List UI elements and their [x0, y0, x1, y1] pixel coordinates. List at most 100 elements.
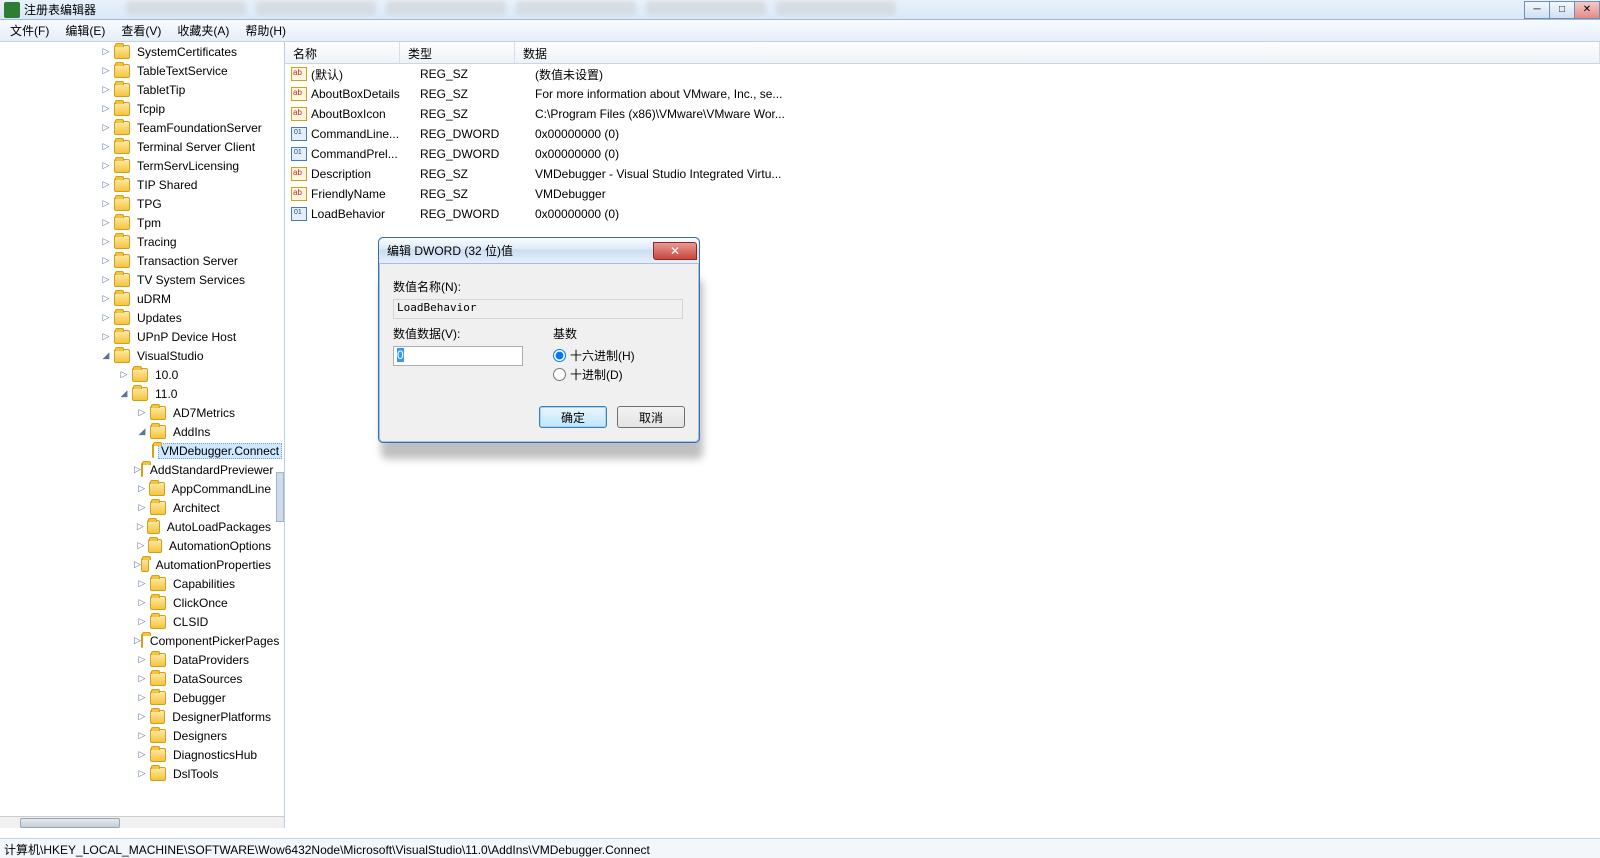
maximize-button[interactable]: □	[1549, 1, 1575, 19]
col-name[interactable]: 名称	[285, 42, 400, 63]
expand-icon[interactable]: ▷	[134, 711, 150, 722]
expand-icon[interactable]: ▷	[98, 198, 114, 209]
tree-item[interactable]: ▷ DiagnosticsHub	[0, 745, 274, 764]
tree-item[interactable]: ▷ CLSID	[0, 612, 274, 631]
tree-item[interactable]: ▷ Transaction Server	[0, 251, 274, 270]
tree-item[interactable]: ▷ Debugger	[0, 688, 274, 707]
tree-item[interactable]: ▷ TableTextService	[0, 61, 274, 80]
expand-icon[interactable]: ▷	[134, 597, 150, 608]
expand-icon[interactable]: ▷	[98, 103, 114, 114]
expand-icon[interactable]: ▷	[98, 122, 114, 133]
tree-item[interactable]: VMDebugger.Connect	[0, 441, 274, 460]
tree-item[interactable]: ▷ DslTools	[0, 764, 274, 783]
registry-tree[interactable]: ▷ SystemCertificates ▷ TableTextService …	[0, 42, 284, 816]
cancel-button[interactable]: 取消	[617, 406, 685, 428]
close-button[interactable]: ✕	[1574, 1, 1600, 19]
list-row[interactable]: AboutBoxDetails REG_SZ For more informat…	[285, 84, 1600, 104]
tree-item[interactable]: ▷ TIP Shared	[0, 175, 274, 194]
tree-item[interactable]: ▷ Designers	[0, 726, 274, 745]
list-row[interactable]: (默认) REG_SZ (数值未设置)	[285, 64, 1600, 84]
col-type[interactable]: 类型	[400, 42, 515, 63]
tree-item[interactable]: ◢ AddIns	[0, 422, 274, 441]
menu-edit[interactable]: 编辑(E)	[59, 20, 111, 41]
tree-item[interactable]: ▷ AutomationOptions	[0, 536, 274, 555]
tree-item[interactable]: ▷ AppCommandLine	[0, 479, 274, 498]
tree-item[interactable]: ▷ AddStandardPreviewer	[0, 460, 274, 479]
expand-icon[interactable]: ▷	[98, 84, 114, 95]
expand-icon[interactable]: ▷	[134, 464, 141, 475]
expand-icon[interactable]: ▷	[98, 141, 114, 152]
menu-favorites[interactable]: 收藏夹(A)	[171, 20, 235, 41]
expand-icon[interactable]: ◢	[98, 350, 114, 361]
tree-item[interactable]: ▷ TeamFoundationServer	[0, 118, 274, 137]
expand-icon[interactable]: ▷	[134, 483, 149, 494]
tree-item[interactable]: ▷ DataProviders	[0, 650, 274, 669]
expand-icon[interactable]: ▷	[98, 179, 114, 190]
expand-icon[interactable]: ▷	[98, 293, 114, 304]
tree-item[interactable]: ▷ TV System Services	[0, 270, 274, 289]
tree-item[interactable]: ▷ ComponentPickerPages	[0, 631, 274, 650]
expand-icon[interactable]: ▷	[98, 160, 114, 171]
radio-dec[interactable]	[553, 368, 566, 381]
expand-icon[interactable]: ▷	[134, 654, 150, 665]
tree-item[interactable]: ▷ TermServLicensing	[0, 156, 274, 175]
expand-icon[interactable]: ▷	[98, 217, 114, 228]
expand-icon[interactable]: ▷	[98, 46, 114, 57]
tree-item[interactable]: ▷ AutomationProperties	[0, 555, 274, 574]
tree-item[interactable]: ▷ DataSources	[0, 669, 274, 688]
dialog-close-button[interactable]: ✕	[653, 242, 697, 260]
tree-item[interactable]: ▷ AD7Metrics	[0, 403, 274, 422]
tree-item[interactable]: ▷ DesignerPlatforms	[0, 707, 274, 726]
expand-icon[interactable]: ▷	[134, 616, 150, 627]
list-row[interactable]: LoadBehavior REG_DWORD 0x00000000 (0)	[285, 204, 1600, 224]
expand-icon[interactable]: ▷	[134, 540, 148, 551]
expand-icon[interactable]: ◢	[116, 388, 132, 399]
expand-icon[interactable]: ▷	[134, 521, 147, 532]
expand-icon[interactable]: ▷	[134, 749, 150, 760]
expand-icon[interactable]: ▷	[134, 407, 150, 418]
expand-icon[interactable]: ▷	[134, 502, 150, 513]
expand-icon[interactable]: ▷	[98, 312, 114, 323]
ok-button[interactable]: 确定	[539, 406, 607, 428]
tree-horizontal-scrollbar[interactable]	[0, 816, 284, 828]
list-body[interactable]: (默认) REG_SZ (数值未设置) AboutBoxDetails REG_…	[285, 64, 1600, 224]
tree-item[interactable]: ▷ TabletTip	[0, 80, 274, 99]
minimize-button[interactable]: ─	[1524, 1, 1550, 19]
expand-icon[interactable]: ▷	[98, 236, 114, 247]
expand-icon[interactable]: ▷	[98, 331, 114, 342]
menu-file[interactable]: 文件(F)	[4, 20, 55, 41]
dialog-titlebar[interactable]: 编辑 DWORD (32 位)值 ✕	[379, 238, 699, 264]
tree-item[interactable]: ▷ Updates	[0, 308, 274, 327]
tree-item[interactable]: ▷ ClickOnce	[0, 593, 274, 612]
tree-item[interactable]: ▷ TPG	[0, 194, 274, 213]
expand-icon[interactable]: ◢	[134, 426, 150, 437]
expand-icon[interactable]: ▷	[98, 274, 114, 285]
list-row[interactable]: FriendlyName REG_SZ VMDebugger	[285, 184, 1600, 204]
expand-icon[interactable]: ▷	[134, 578, 150, 589]
tree-item[interactable]: ▷ AutoLoadPackages	[0, 517, 274, 536]
tree-item[interactable]: ◢ 11.0	[0, 384, 274, 403]
expand-icon[interactable]: ▷	[98, 65, 114, 76]
tree-item[interactable]: ▷ Capabilities	[0, 574, 274, 593]
radio-hex[interactable]	[553, 349, 566, 362]
list-row[interactable]: CommandLine... REG_DWORD 0x00000000 (0)	[285, 124, 1600, 144]
tree-item[interactable]: ▷ Terminal Server Client	[0, 137, 274, 156]
list-row[interactable]: CommandPrel... REG_DWORD 0x00000000 (0)	[285, 144, 1600, 164]
tree-item[interactable]: ▷ Tracing	[0, 232, 274, 251]
tree-item[interactable]: ▷ SystemCertificates	[0, 42, 274, 61]
col-data[interactable]: 数据	[515, 42, 1600, 63]
menu-help[interactable]: 帮助(H)	[239, 20, 292, 41]
tree-item[interactable]: ▷ Tpm	[0, 213, 274, 232]
tree-item[interactable]: ▷ Architect	[0, 498, 274, 517]
expand-icon[interactable]: ▷	[98, 255, 114, 266]
expand-icon[interactable]: ▷	[116, 369, 132, 380]
expand-icon[interactable]: ▷	[134, 768, 150, 779]
tree-item[interactable]: ▷ Tcpip	[0, 99, 274, 118]
list-row[interactable]: Description REG_SZ VMDebugger - Visual S…	[285, 164, 1600, 184]
sidebar-resizer[interactable]	[276, 472, 284, 522]
expand-icon[interactable]: ▷	[134, 635, 141, 646]
expand-icon[interactable]: ▷	[134, 673, 150, 684]
expand-icon[interactable]: ▷	[134, 692, 150, 703]
menu-view[interactable]: 查看(V)	[115, 20, 167, 41]
list-row[interactable]: AboutBoxIcon REG_SZ C:\Program Files (x8…	[285, 104, 1600, 124]
